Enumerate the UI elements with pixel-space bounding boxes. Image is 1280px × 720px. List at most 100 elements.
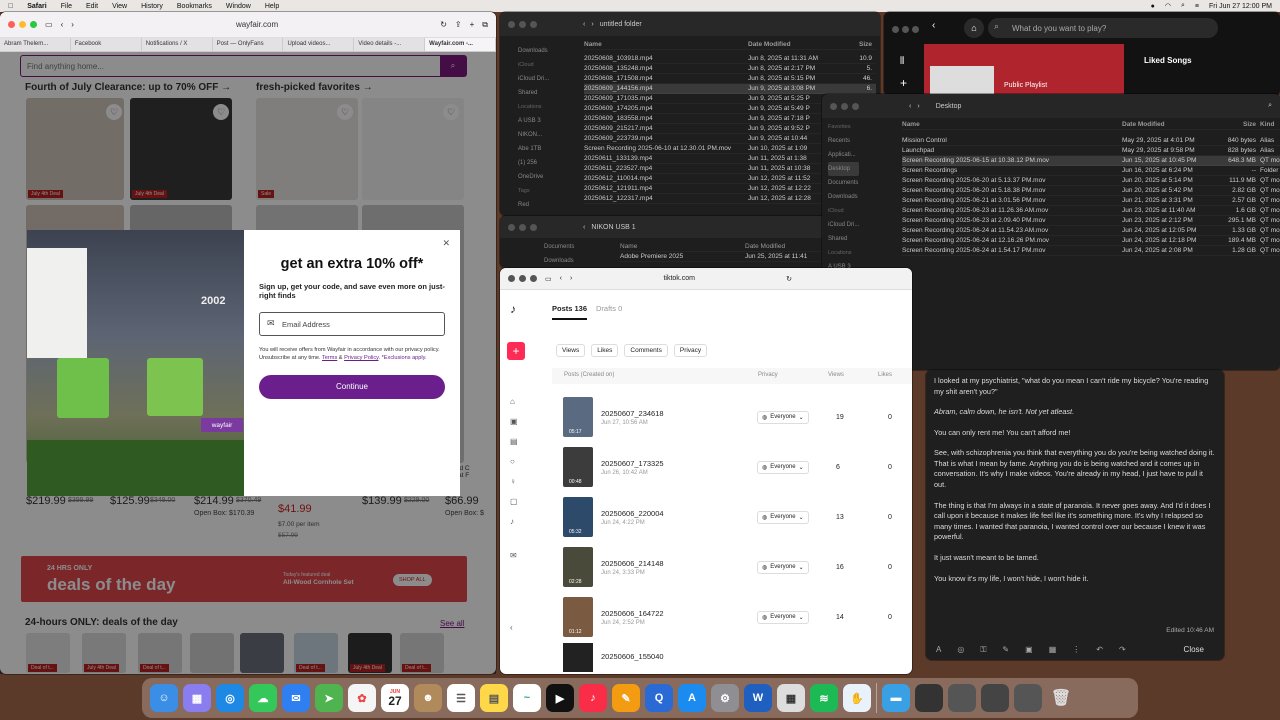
video-thumbnail[interactable]: 00:48 xyxy=(563,447,593,487)
highlight-icon[interactable]: ◎ xyxy=(957,644,964,656)
reload-icon[interactable]: ↻ xyxy=(786,275,792,283)
new-tab-icon[interactable]: + xyxy=(470,20,475,29)
finder-row[interactable]: Screen Recording 2025-06-23 at 2.09.40 P… xyxy=(902,216,1280,226)
close-window-icon[interactable] xyxy=(508,275,515,282)
music-icon[interactable]: ♪ xyxy=(579,684,607,712)
privacy-dropdown[interactable]: ◍ Everyone ⌄ xyxy=(757,410,809,424)
menu-datetime[interactable]: Fri Jun 27 12:00 PM xyxy=(1209,3,1272,10)
back-icon[interactable]: ‹ xyxy=(583,224,585,231)
privacy-dropdown[interactable]: ◍ Everyone ⌄ xyxy=(757,610,809,624)
finder-row[interactable]: Screen Recordings Jun 16, 2025 at 6:24 PM… xyxy=(902,166,1280,176)
video-thumbnail[interactable]: 05:17 xyxy=(563,397,593,437)
tab-facebook[interactable]: Facebook xyxy=(71,38,142,51)
finder-row[interactable]: 20250608_171508.mp4 Jun 8, 2025 at 5:15 P… xyxy=(584,74,876,84)
menu-window[interactable]: Window xyxy=(226,3,251,10)
sidebar-item[interactable]: iCloud Dri... xyxy=(828,218,859,232)
sidebar-shared[interactable]: Shared xyxy=(518,86,549,100)
apple-icon[interactable]:  xyxy=(8,3,13,10)
filter-comments[interactable]: Comments xyxy=(624,344,668,357)
post-title[interactable]: 20250606_220004 xyxy=(601,509,751,518)
sidebar-usb[interactable]: A USB 3 xyxy=(518,114,549,128)
library-icon[interactable]: ⫴ xyxy=(900,56,904,67)
home-icon[interactable]: ⌂ xyxy=(964,18,984,38)
menu-help[interactable]: Help xyxy=(265,3,279,10)
finder-row[interactable]: Mission Control May 29, 2025 at 4:01 PM 84… xyxy=(902,136,1280,146)
post-title[interactable]: 20250606_155040 xyxy=(601,652,751,661)
col-kind[interactable]: Kind xyxy=(1260,121,1280,128)
menu-bookmarks[interactable]: Bookmarks xyxy=(177,3,212,10)
sidebar-item[interactable]: Shared xyxy=(828,232,859,246)
address-bar[interactable]: tiktok.com xyxy=(580,275,778,282)
post-title[interactable]: 20250606_214148 xyxy=(601,559,751,568)
maps-icon[interactable]: ➤ xyxy=(315,684,343,712)
sidebar-icloud-drive[interactable]: iCloud Dri... xyxy=(518,72,549,86)
tab-youtube[interactable]: Video details -... xyxy=(354,38,426,51)
post-title[interactable]: 20250606_164722 xyxy=(601,609,751,618)
finder-row[interactable]: Screen Recording 2025-06-20 at 5.18.38 P… xyxy=(902,186,1280,196)
minimize-icon[interactable] xyxy=(519,20,526,28)
redo-icon[interactable]: ↷ xyxy=(1119,644,1126,656)
video-thumbnail[interactable]: 02:28 xyxy=(563,547,593,587)
video-thumbnail[interactable] xyxy=(563,643,593,672)
col-name[interactable]: Name xyxy=(620,243,745,250)
finder-row[interactable]: 20250608_103918.mp4 Jun 8, 2025 at 11:31 … xyxy=(584,54,876,64)
freeform-icon[interactable]: ~ xyxy=(513,684,541,712)
privacy-dropdown[interactable]: ◍ Everyone ⌄ xyxy=(757,460,809,474)
menu-history[interactable]: History xyxy=(141,3,163,10)
search-icon[interactable]: ⌕ xyxy=(1268,102,1272,110)
close-icon[interactable]: ✕ xyxy=(442,238,450,249)
finder-icon[interactable]: ☺ xyxy=(150,684,178,712)
tab-posts[interactable]: Posts 136 xyxy=(552,304,588,320)
lock-icon[interactable]: ⚿ xyxy=(980,644,986,656)
messages-icon[interactable]: ☁ xyxy=(249,684,277,712)
zoom-icon[interactable] xyxy=(912,26,920,33)
home-icon[interactable]: ⌂ xyxy=(510,392,518,412)
col-views[interactable]: Views xyxy=(828,372,844,378)
table-row[interactable]: 02:28 20250606_214148 Jun 24, 3:33 PM ◍ Ever… xyxy=(563,543,893,591)
spotify-search-input[interactable]: What do you want to play? xyxy=(988,18,1218,38)
undo-icon[interactable]: ↶ xyxy=(1096,644,1103,656)
add-icon[interactable]: + xyxy=(900,76,907,90)
calendar-icon[interactable]: JUN 27 xyxy=(381,684,409,712)
back-icon[interactable]: ‹ xyxy=(932,20,935,31)
finder-row[interactable]: Screen Recording 2025-06-24 at 11.54.23 … xyxy=(902,226,1280,236)
sidebar-item[interactable]: Downloads xyxy=(828,190,859,204)
close-button[interactable]: Close xyxy=(1184,644,1204,656)
launchpad-icon[interactable]: ▦ xyxy=(183,684,211,712)
notes-icon[interactable]: ▤ xyxy=(480,684,508,712)
table-icon[interactable]: ▦ xyxy=(1049,644,1057,656)
draw-icon[interactable]: ✎ xyxy=(1002,644,1009,656)
close-window-icon[interactable] xyxy=(830,102,837,110)
col-size[interactable]: Size xyxy=(846,41,876,48)
window-thumbnail[interactable] xyxy=(948,684,976,712)
tab-wayfair[interactable]: Wayfair.com -... xyxy=(425,38,496,51)
preview-icon[interactable]: ▦ xyxy=(777,684,805,712)
filter-likes[interactable]: Likes xyxy=(591,344,619,357)
sidebar-documents[interactable]: Documents xyxy=(544,240,574,254)
tab-drafts[interactable]: Drafts 0 xyxy=(596,304,622,313)
col-date[interactable]: Date Modified xyxy=(1122,121,1220,128)
status-record-icon[interactable]: ● xyxy=(1151,3,1155,10)
table-row[interactable]: 00:48 20250607_173325 Jun 26, 10:42 AM ◍ Eve… xyxy=(563,443,893,491)
spotify-icon[interactable]: ≋ xyxy=(810,684,838,712)
text-format-icon[interactable]: A xyxy=(936,644,941,656)
forward-icon[interactable]: › xyxy=(917,103,919,110)
sidebar-icon[interactable]: ▭ xyxy=(45,20,53,29)
app-store-icon[interactable]: A xyxy=(678,684,706,712)
zoom-icon[interactable] xyxy=(852,102,859,110)
sidebar-onedrive[interactable]: OneDrive xyxy=(518,170,549,184)
col-name[interactable]: Name xyxy=(902,121,1122,128)
sidebar-icon[interactable]: ▭ xyxy=(545,275,552,283)
col-date[interactable]: Date Modified xyxy=(748,41,846,48)
word-icon[interactable]: W xyxy=(744,684,772,712)
terms-link[interactable]: Terms xyxy=(322,355,337,361)
table-row[interactable]: 05:17 20250607_234618 Jun 27, 10:56 AM ◍ Eve… xyxy=(563,393,893,441)
video-thumbnail[interactable]: 05:32 xyxy=(563,497,593,537)
photos-icon[interactable]: ✿ xyxy=(348,684,376,712)
sidebar-nikon[interactable]: NIKON... xyxy=(518,128,549,142)
media-icon[interactable]: ▣ xyxy=(1025,644,1033,656)
col-likes[interactable]: Likes xyxy=(878,372,892,378)
finder-row[interactable]: Screen Recording 2025-06-15 at 10.38.12 … xyxy=(902,156,1280,166)
forward-icon[interactable]: › xyxy=(570,275,572,282)
mail-icon[interactable]: ✉ xyxy=(282,684,310,712)
